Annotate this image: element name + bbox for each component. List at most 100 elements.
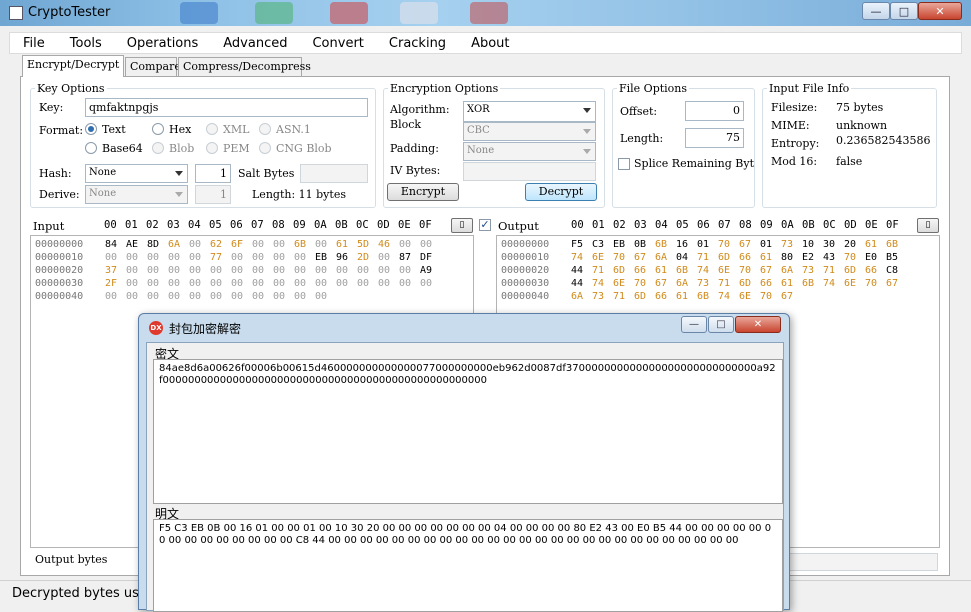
output-byte[interactable]: 67 <box>760 265 781 276</box>
format-hex-radio[interactable] <box>152 123 164 135</box>
output-hex-row[interactable]: 00000010 74 6E 70 67 6A 04 71 6D 66 61 80 E2 43 70 E0 B5 <box>497 252 939 265</box>
output-byte[interactable]: 71 <box>613 291 634 302</box>
output-hex-row[interactable]: 00000020 44 71 6D 66 61 6B 74 6E 70 67 6A 73 71 6D 66 C8 <box>497 265 939 278</box>
output-byte[interactable]: 44 <box>571 278 592 289</box>
output-byte[interactable]: 74 <box>718 291 739 302</box>
output-hex-row[interactable]: 00000000 F5 C3 EB 0B 6B 16 01 70 67 01 73 10 30 20 61 6B <box>497 239 939 252</box>
output-byte[interactable]: 44 <box>571 265 592 276</box>
input-byte[interactable]: 00 <box>357 278 378 289</box>
input-byte[interactable]: 00 <box>252 239 273 250</box>
output-byte[interactable]: 70 <box>844 252 865 263</box>
padding-select[interactable]: None <box>463 142 596 161</box>
input-byte[interactable]: 00 <box>378 265 399 276</box>
menu-convert[interactable]: Convert <box>299 36 375 51</box>
input-byte[interactable]: 00 <box>105 291 126 302</box>
output-byte[interactable]: 6A <box>781 265 802 276</box>
output-byte[interactable]: 70 <box>634 278 655 289</box>
format-base64-radio[interactable] <box>85 142 97 154</box>
output-byte[interactable]: C8 <box>886 265 907 276</box>
input-byte[interactable]: 00 <box>168 291 189 302</box>
output-byte[interactable]: 67 <box>781 291 802 302</box>
input-byte[interactable]: 00 <box>273 265 294 276</box>
input-byte[interactable]: 00 <box>147 278 168 289</box>
input-byte[interactable]: 00 <box>126 252 147 263</box>
output-byte[interactable]: 74 <box>592 278 613 289</box>
output-byte[interactable]: 6E <box>844 278 865 289</box>
output-byte[interactable]: F5 <box>571 239 592 250</box>
dialog-close-button[interactable]: ✕ <box>735 316 781 333</box>
input-byte[interactable]: 00 <box>168 265 189 276</box>
output-byte[interactable]: 6A <box>571 291 592 302</box>
minimize-button[interactable]: — <box>862 2 890 20</box>
input-byte[interactable]: 96 <box>336 252 357 263</box>
input-byte[interactable]: 00 <box>273 252 294 263</box>
input-byte[interactable]: 00 <box>189 239 210 250</box>
output-byte[interactable]: 6B <box>676 265 697 276</box>
input-byte[interactable]: 8D <box>147 239 168 250</box>
input-byte[interactable]: 46 <box>378 239 399 250</box>
output-byte[interactable]: 74 <box>571 252 592 263</box>
input-byte[interactable]: 00 <box>315 291 336 302</box>
title-bar[interactable]: CryptoTester — □ ✕ <box>0 0 971 26</box>
input-byte[interactable]: 00 <box>420 239 441 250</box>
output-byte[interactable]: 74 <box>823 278 844 289</box>
input-byte[interactable]: 00 <box>231 265 252 276</box>
input-byte[interactable]: 00 <box>147 265 168 276</box>
output-byte[interactable]: 71 <box>718 278 739 289</box>
input-byte[interactable]: DF <box>420 252 441 263</box>
tab-compress-decompress[interactable]: Compress/Decompress <box>178 57 311 76</box>
encrypt-button[interactable]: Encrypt <box>387 183 459 201</box>
input-byte[interactable]: 6A <box>168 239 189 250</box>
dialog-minimize-button[interactable]: — <box>681 316 707 333</box>
close-button[interactable]: ✕ <box>918 2 962 20</box>
input-byte[interactable]: 00 <box>252 291 273 302</box>
format-xml-radio[interactable] <box>206 123 218 135</box>
input-byte[interactable]: 00 <box>420 278 441 289</box>
output-byte[interactable]: 73 <box>802 265 823 276</box>
output-byte[interactable]: E2 <box>802 252 823 263</box>
output-byte[interactable]: 66 <box>760 278 781 289</box>
menu-advanced[interactable]: Advanced <box>210 36 299 51</box>
format-blob-radio[interactable] <box>152 142 164 154</box>
input-byte[interactable]: 00 <box>210 278 231 289</box>
input-byte[interactable]: 00 <box>189 291 210 302</box>
tab-compare[interactable]: Compare <box>125 57 181 76</box>
input-byte[interactable]: 00 <box>168 252 189 263</box>
input-byte[interactable]: 00 <box>126 291 147 302</box>
output-byte[interactable]: 70 <box>865 278 886 289</box>
input-byte[interactable]: 00 <box>105 252 126 263</box>
input-byte[interactable]: 00 <box>378 278 399 289</box>
input-byte[interactable]: 00 <box>294 278 315 289</box>
input-byte[interactable]: 00 <box>126 278 147 289</box>
format-asn1-radio[interactable] <box>259 123 271 135</box>
output-byte[interactable]: 0B <box>634 239 655 250</box>
input-byte[interactable]: 00 <box>231 278 252 289</box>
output-byte[interactable]: 71 <box>697 252 718 263</box>
menu-about[interactable]: About <box>458 36 521 51</box>
output-hex-row[interactable]: 00000040 6A 73 71 6D 66 61 6B 74 6E 70 67 <box>497 291 939 304</box>
output-byte[interactable]: 70 <box>613 252 634 263</box>
input-byte[interactable]: 00 <box>168 278 189 289</box>
input-byte[interactable]: 00 <box>294 252 315 263</box>
input-byte[interactable]: 00 <box>210 265 231 276</box>
input-byte[interactable]: 00 <box>336 278 357 289</box>
output-byte[interactable]: 6A <box>655 252 676 263</box>
output-byte[interactable]: C3 <box>592 239 613 250</box>
input-byte[interactable]: 00 <box>231 291 252 302</box>
input-byte[interactable]: 00 <box>189 265 210 276</box>
input-hex-row[interactable]: 00000030 2F 00 00 00 00 00 00 00 00 00 00 00 00 00 00 00 <box>31 278 473 291</box>
input-byte[interactable]: 00 <box>399 278 420 289</box>
iv-bytes-input[interactable] <box>463 162 596 181</box>
menu-tools[interactable]: Tools <box>57 36 114 51</box>
output-byte[interactable]: 67 <box>634 252 655 263</box>
output-byte[interactable]: 61 <box>655 265 676 276</box>
output-byte[interactable]: 6A <box>676 278 697 289</box>
output-byte[interactable]: 6D <box>634 291 655 302</box>
output-byte[interactable]: 6D <box>739 278 760 289</box>
key-input[interactable]: qmfaktnpgjs <box>85 98 368 117</box>
output-byte[interactable]: B5 <box>886 252 907 263</box>
input-byte[interactable]: 00 <box>357 265 378 276</box>
output-byte[interactable]: 6E <box>739 291 760 302</box>
input-hex-row[interactable]: 00000010 00 00 00 00 00 77 00 00 00 00 EB 96 2D 00 87 DF <box>31 252 473 265</box>
output-byte[interactable]: E0 <box>865 252 886 263</box>
